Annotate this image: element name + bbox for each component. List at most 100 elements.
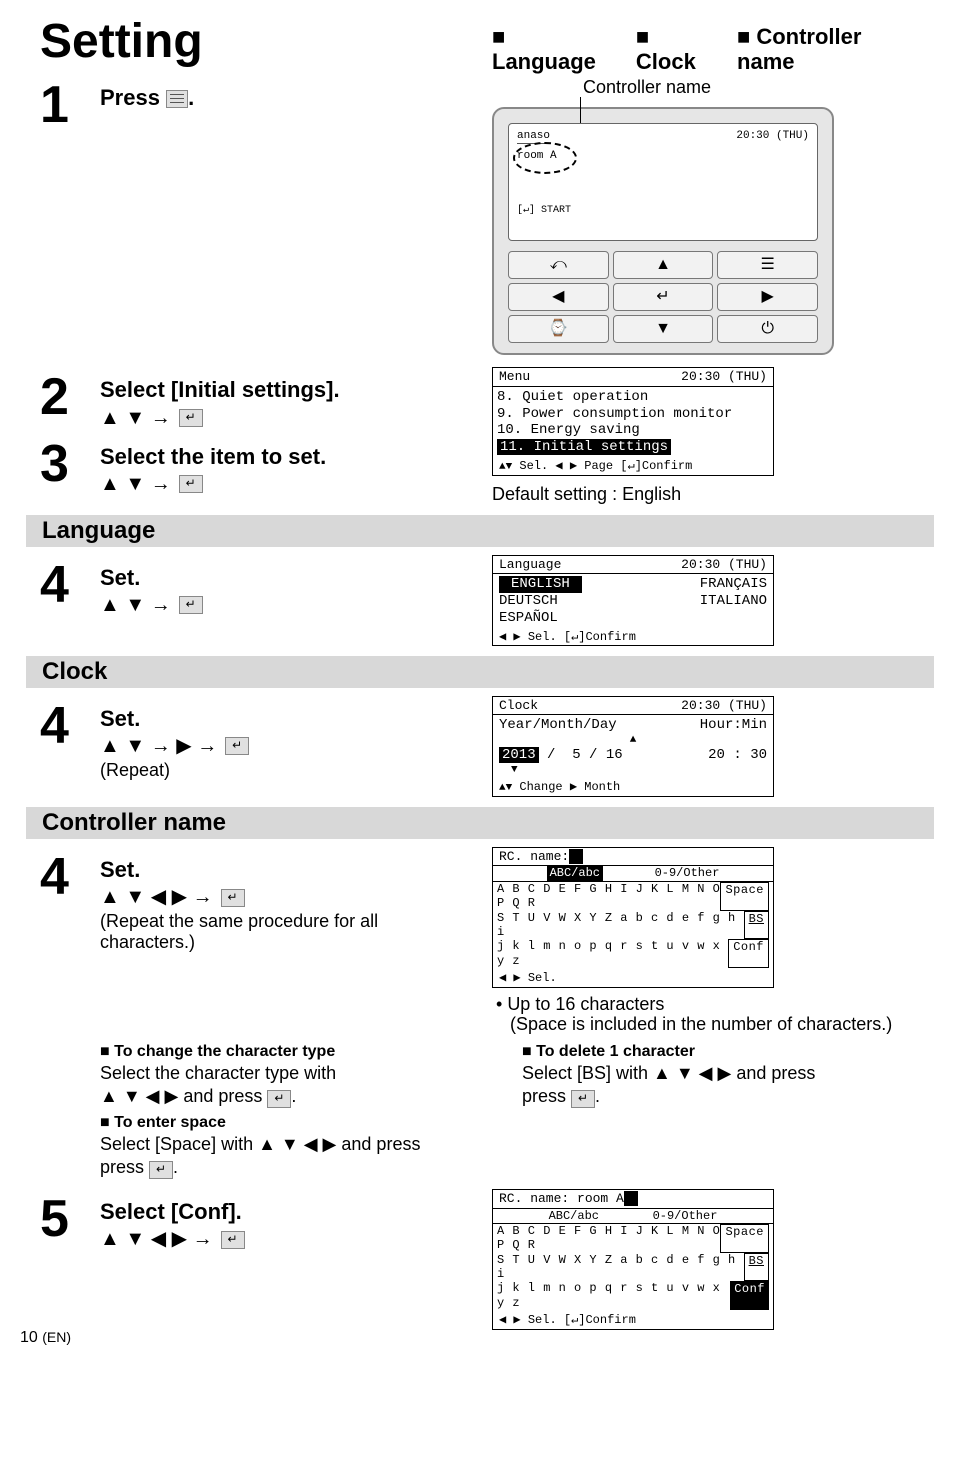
menu-time: 20:30 (THU) [681,369,767,385]
device-up-btn[interactable]: ▲ [613,251,714,279]
name1-tab-abc: ABC/abc [547,866,603,880]
page-footer: 10 (EN) [20,1329,71,1347]
step4b-arrows: ▲ ▼ → ▶ → [100,735,217,758]
enter-icon: ↵ [221,889,245,907]
feature-language: Language [492,49,596,74]
list-icon [166,90,188,108]
upto-sub-note: (Space is included in the number of char… [510,1014,892,1035]
name2-tab-num: 0-9/Other [653,1209,718,1223]
clock-footer: Change ▶ Month [519,780,620,794]
cursor-icon [569,849,583,864]
name2-title: RC. name: room A [499,1191,624,1206]
device-time: 20:30 (THU) [736,130,809,144]
feature-row: ■Language ■Clock ■Controller name [492,24,920,75]
section-clock: Clock [26,656,934,688]
name1-conf-btn: Conf [728,939,769,968]
name2-row2: S T U V W X Y Z a b c d e f g h i [497,1253,744,1282]
lang-time: 20:30 (THU) [681,557,767,573]
step-number-4c: 4 [40,851,100,903]
clock-ymd-label: Year/Month/Day [499,717,617,734]
step-number-5: 5 [40,1193,100,1245]
cursor-icon [624,1191,638,1206]
step4c-repeat: (Repeat the same procedure for all chara… [100,911,468,952]
device-right-btn[interactable]: ▶ [717,283,818,311]
menu-item-10: 10. Energy saving [497,422,769,439]
clock-hm-label: Hour:Min [700,717,767,734]
name1-row3: j k l m n o p q r s t u v w x y z [497,939,728,968]
upto-note: • Up to 16 characters [496,994,664,1015]
device-left-btn[interactable]: ◀ [508,283,609,311]
change-type-body2: ▲ ▼ ◀ ▶ and press [100,1086,262,1106]
step-number-4a: 4 [40,559,100,611]
language-screen: Language 20:30 (THU) ENGLISH FRANÇAIS DEU… [492,555,774,646]
page-title: Setting [40,14,348,69]
name2-row3: j k l m n o p q r s t u v w x y z [497,1281,730,1310]
step-number-3: 3 [40,438,100,490]
name2-space-btn: Space [720,1224,769,1253]
name1-footer: ◀ ▶ Sel. [493,970,773,986]
step2-arrows: ▲ ▼ → [100,407,171,430]
clock-year-selected: 2013 [499,747,539,763]
name-screen-1: RC. name: ABC/abc0-9/Other A B C D E F G… [492,847,774,988]
clock-hour: 20 [708,747,725,763]
step4c-arrows: ▲ ▼ ◀ ▶ → [100,886,213,909]
step1-end: . [188,85,194,110]
name2-row1: A B C D E F G H I J K L M N O P Q R [497,1224,720,1253]
section-controller-name: Controller name [26,807,934,839]
device-back-btn[interactable]: ⤺ [508,251,609,279]
enter-icon: ↵ [179,409,203,427]
clock-month: 5 [572,747,580,763]
device-illustration: anaso 20:30 (THU) room A [↵] START ⤺ ▲ ☰… [492,107,834,355]
clock-day: 16 [606,747,623,763]
device-button-grid: ⤺ ▲ ☰ ◀ ↵ ▶ ⌚ ▼ ⏻ [508,251,818,343]
step4a-arrows: ▲ ▼ → [100,594,171,617]
name1-title: RC. name: [499,849,569,864]
delete-char-body: Select [BS] with ▲ ▼ ◀ ▶ and press [522,1063,815,1083]
enter-icon: ↵ [225,737,249,755]
name1-space-btn: Space [720,882,769,911]
step4a-text: Set. [100,559,203,590]
step-number-1: 1 [40,79,100,131]
square-icon: ■ [636,24,649,49]
clock-time: 20:30 (THU) [681,698,767,714]
lang-footer: ◀ ▶ Sel. [↵]Confirm [493,629,773,645]
device-power-btn[interactable]: ⏻ [717,315,818,343]
lang-title: Language [499,557,561,573]
enter-icon: ↵ [179,596,203,614]
lang-english-selected: ENGLISH [499,576,582,593]
enter-icon: ↵ [571,1090,595,1108]
enter-space-heading: To enter space [114,1114,226,1131]
device-enter-btn[interactable]: ↵ [613,283,714,311]
menu-screen: Menu 20:30 (THU) 8. Quiet operation 9. P… [492,367,774,476]
device-down-btn[interactable]: ▼ [613,315,714,343]
delete-char-heading: To delete 1 character [536,1043,695,1060]
enter-icon: ↵ [267,1090,291,1108]
step2-text: Select [Initial settings]. [100,371,340,402]
enter-icon: ↵ [149,1161,173,1179]
step5-arrows: ▲ ▼ ◀ ▶ → [100,1228,213,1251]
name1-bs-btn: BS [744,911,769,940]
name2-footer: ◀ ▶ Sel. [↵]Confirm [493,1312,773,1328]
device-lcd: anaso 20:30 (THU) room A [↵] START [508,123,818,241]
step3-text: Select the item to set. [100,438,326,469]
step-number-2: 2 [40,371,100,423]
step4b-text: Set. [100,700,249,731]
square-icon: ■ [100,1114,110,1132]
lang-italian: ITALIANO [700,593,767,610]
name1-row2: S T U V W X Y Z a b c d e f g h i [497,911,744,940]
step5-text: Select [Conf]. [100,1193,245,1224]
name2-tab-abc: ABC/abc [549,1209,599,1223]
lang-german: DEUTSCH [499,593,558,610]
menu-footer: Sel. ◀ ▶ Page [↵]Confirm [519,459,692,473]
lang-french: FRANÇAIS [700,576,767,593]
device-menu-btn[interactable]: ☰ [717,251,818,279]
square-icon: ■ [522,1043,532,1061]
lang-spanish: ESPAÑOL [499,610,558,627]
section-language: Language [26,515,934,547]
step-number-4b: 4 [40,700,100,752]
step1-text: Press [100,85,160,110]
device-timer-btn[interactable]: ⌚ [508,315,609,343]
change-type-heading: To change the character type [114,1043,335,1060]
menu-title: Menu [499,369,530,385]
enter-space-body: Select [Space] with ▲ ▼ ◀ ▶ and press [100,1134,420,1154]
